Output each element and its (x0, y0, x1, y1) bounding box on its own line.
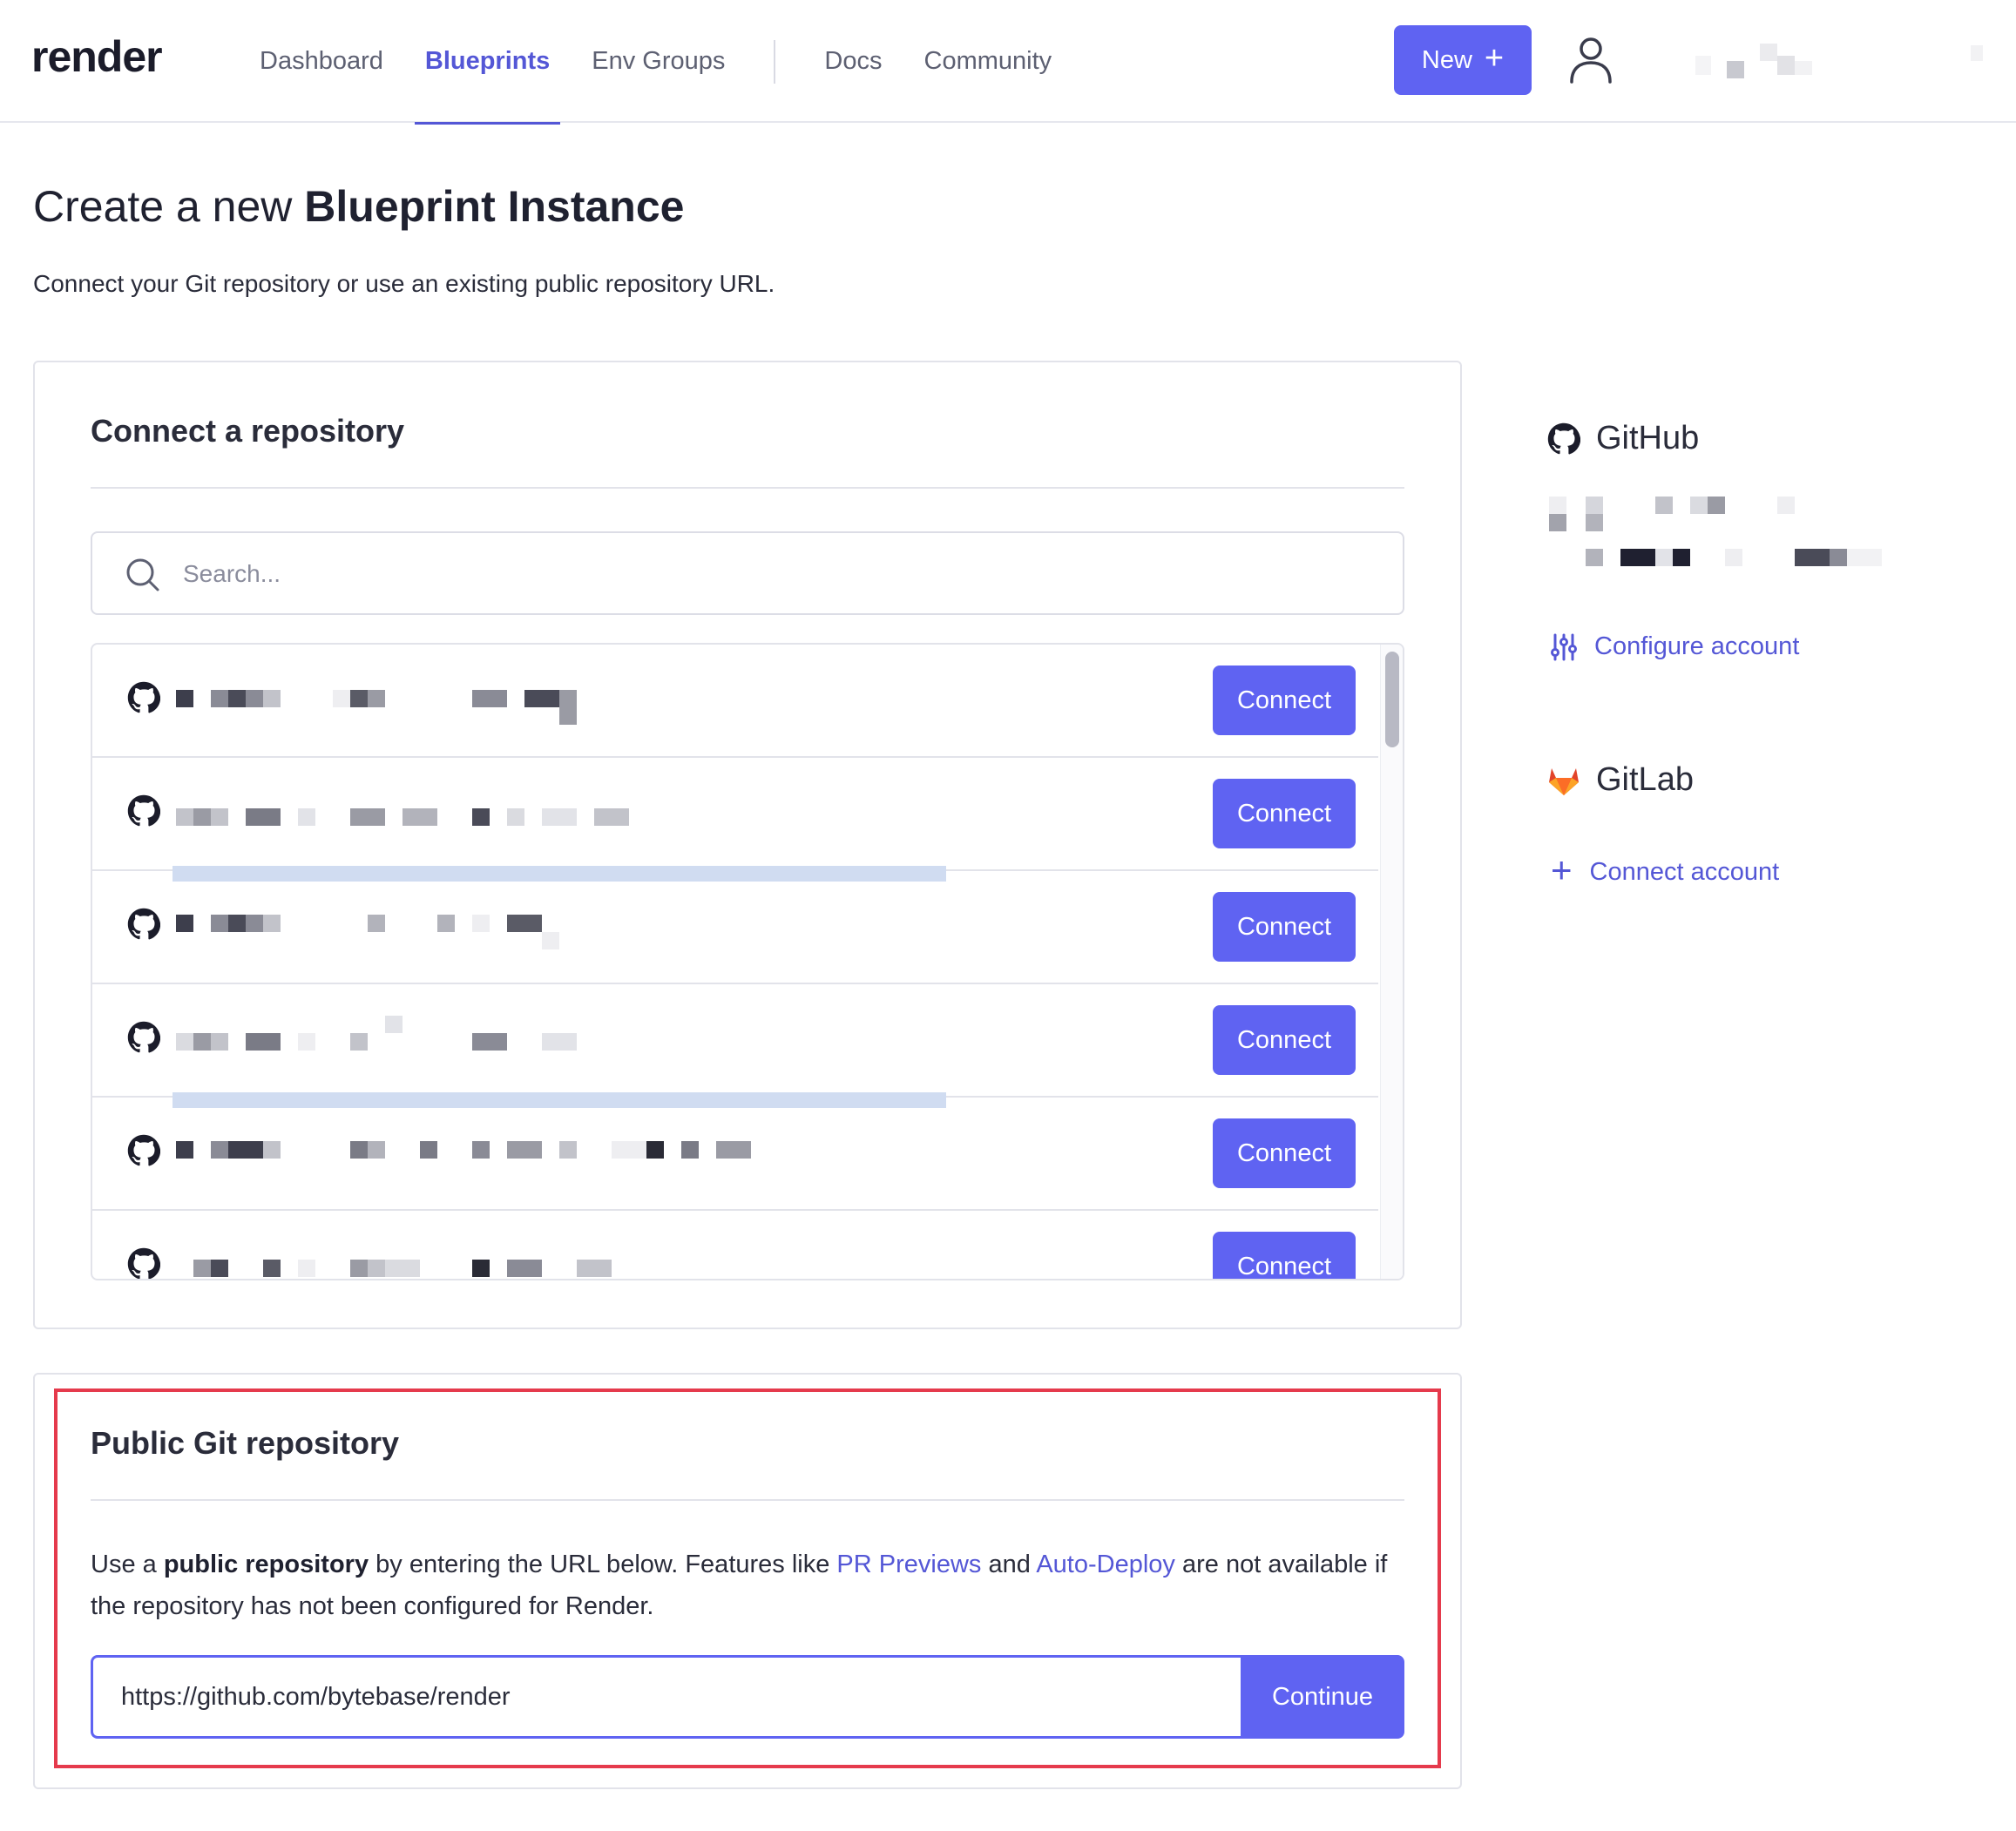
plus-icon: + (1484, 40, 1505, 77)
desc-text-2: by entering the URL below. Features like (369, 1551, 837, 1578)
gitlab-title: GitLab (1596, 761, 1694, 798)
github-icon (127, 908, 160, 940)
sliders-icon (1551, 633, 1577, 660)
gitlab-icon (1549, 767, 1579, 795)
github-icon (127, 1134, 160, 1166)
desc-text-3: and (981, 1551, 1037, 1578)
public-repo-title: Public Git repository (91, 1425, 400, 1461)
github-icon (1547, 422, 1580, 454)
user-avatar-icon[interactable] (1568, 35, 1613, 84)
top-header: render Dashboard Blueprints Env Groups D… (0, 0, 2016, 125)
repo-row: Connect (92, 1098, 1378, 1211)
page-title: Create a new Blueprint Instance (33, 181, 684, 232)
search-input[interactable] (183, 552, 1368, 596)
search-icon (126, 558, 159, 591)
configure-account-link[interactable]: Configure account (1551, 632, 1799, 661)
connect-button[interactable]: Connect (1213, 666, 1356, 735)
configure-account-label: Configure account (1594, 632, 1800, 660)
connect-button[interactable]: Connect (1213, 1232, 1356, 1279)
connect-button[interactable]: Connect (1213, 892, 1356, 962)
repo-url-input[interactable] (91, 1655, 1241, 1739)
github-icon (127, 681, 160, 713)
render-logo[interactable]: render (31, 31, 163, 82)
connect-button[interactable]: Connect (1213, 1118, 1356, 1188)
repo-row: Connect (92, 758, 1378, 882)
connect-button[interactable]: Connect (1213, 779, 1356, 848)
connect-account-label: Connect account (1589, 857, 1780, 886)
github-icon (127, 1021, 160, 1053)
repo-name (176, 1249, 943, 1279)
github-icon (127, 1247, 160, 1279)
public-repo-description: Use a public repository by entering the … (91, 1544, 1415, 1627)
github-title: GitHub (1596, 420, 1700, 456)
connect-divider (91, 487, 1404, 489)
nav-divider (774, 39, 776, 84)
nav-dashboard[interactable]: Dashboard (260, 0, 383, 123)
main-nav: Dashboard Blueprints Env Groups Docs Com… (260, 0, 1052, 125)
repo-search (91, 531, 1404, 615)
github-heading: GitHub (1547, 420, 1699, 457)
github-icon (127, 794, 160, 827)
page-subtitle: Connect your Git repository or use an ex… (33, 270, 775, 297)
connect-button[interactable]: Connect (1213, 1005, 1356, 1075)
nav-docs[interactable]: Docs (824, 0, 882, 123)
auto-deploy-link[interactable]: Auto-Deploy (1036, 1551, 1175, 1578)
nav-community[interactable]: Community (924, 0, 1052, 123)
repo-row: Connect (92, 645, 1378, 758)
repo-row: Connect (92, 871, 1378, 984)
pr-previews-link[interactable]: PR Previews (836, 1551, 981, 1578)
public-divider (91, 1499, 1404, 1501)
connect-account-link[interactable]: + Connect account (1551, 849, 1780, 890)
new-button-label: New (1421, 45, 1472, 74)
continue-button[interactable]: Continue (1241, 1655, 1404, 1739)
new-button[interactable]: New + (1394, 25, 1532, 95)
desc-bold: public repository (163, 1551, 369, 1578)
page-title-bold: Blueprint Instance (304, 182, 685, 231)
repo-row: Connect (92, 1211, 1378, 1279)
plus-icon: + (1551, 849, 1573, 890)
repo-row: Connect (92, 984, 1378, 1108)
page-title-prefix: Create a new (33, 182, 305, 231)
desc-text-1: Use a (91, 1551, 164, 1578)
scrollbar-thumb[interactable] (1385, 652, 1399, 747)
nav-env-groups[interactable]: Env Groups (592, 0, 725, 123)
connect-repository-title: Connect a repository (91, 413, 405, 449)
gitlab-heading: GitLab (1547, 761, 1694, 799)
repo-name (176, 909, 943, 944)
nav-blueprints[interactable]: Blueprints (414, 0, 561, 125)
repo-list[interactable]: Connect Connect Connect Connect Connect … (91, 643, 1404, 1280)
